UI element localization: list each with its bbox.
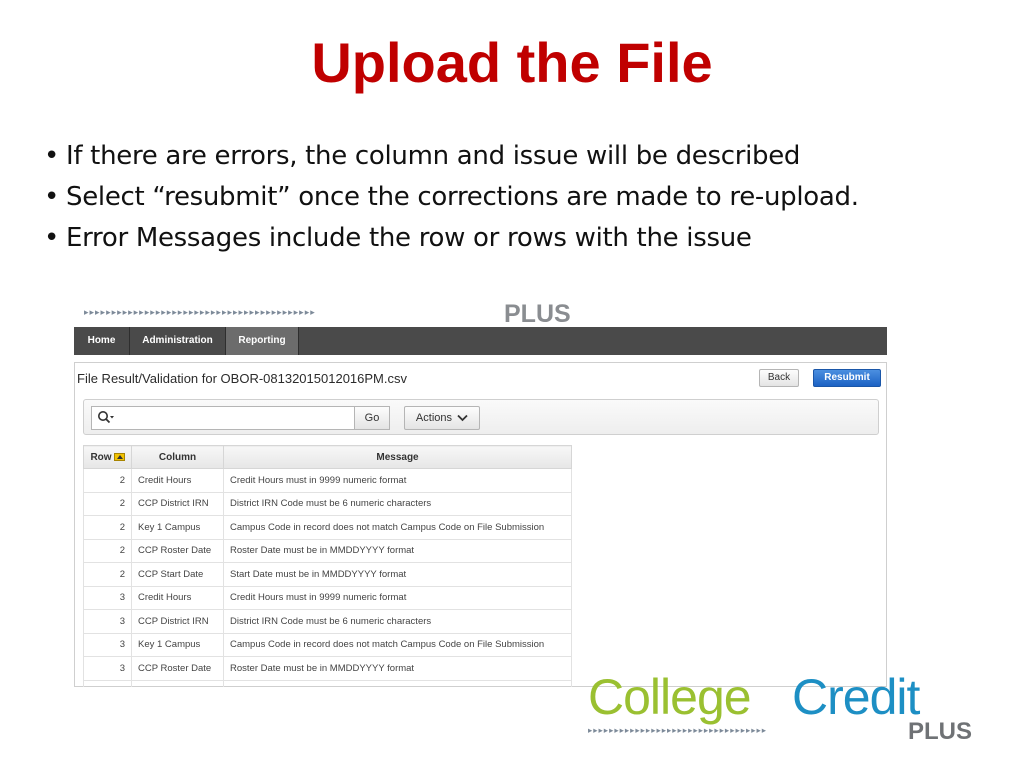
logo-college-text: College <box>588 669 752 725</box>
cell-column: CCP Roster Date <box>131 656 224 681</box>
header-label: Row <box>90 451 112 463</box>
actions-menu-button[interactable]: Actions <box>404 406 480 430</box>
cell-row: 2 <box>83 468 132 493</box>
cell-row: 2 <box>83 491 132 516</box>
app-brand: ▸▸▸▸▸▸▸▸▸▸▸▸▸▸▸▸▸▸▸▸▸▸▸▸▸▸▸▸▸▸▸▸▸▸▸▸▸▸▸▸… <box>84 300 604 328</box>
cell-column: Key 1 Campus <box>131 632 224 657</box>
table-body: 2 Credit Hours Credit Hours must in 9999 n… <box>83 468 572 687</box>
search-input[interactable] <box>118 409 348 427</box>
cell-message: Campus Code in record does not match Cam… <box>223 515 572 540</box>
resubmit-button[interactable]: Resubmit <box>813 369 881 387</box>
cell-column: Credit Hours <box>131 468 224 493</box>
app-screenshot: ▸▸▸▸▸▸▸▸▸▸▸▸▸▸▸▸▸▸▸▸▸▸▸▸▸▸▸▸▸▸▸▸▸▸▸▸▸▸▸▸… <box>74 300 887 687</box>
cell-message: Start Date must be in MMDDYYYY format <box>223 562 572 587</box>
cell-column: CCP District IRN <box>131 491 224 516</box>
table-header-row: Row Column Message <box>83 445 572 469</box>
cell-column <box>131 679 224 687</box>
search-icon[interactable] <box>97 410 115 428</box>
cell-column: CCP District IRN <box>131 609 224 634</box>
back-button[interactable]: Back <box>759 369 799 387</box>
chevron-down-icon <box>457 414 468 422</box>
column-header-message[interactable]: Message <box>223 445 572 469</box>
cell-column: CCP Roster Date <box>131 538 224 563</box>
cell-message: Campus Code in record does not match Cam… <box>223 632 572 657</box>
cell-row: 2 <box>83 515 132 540</box>
bullet-text: Select “resubmit” once the corrections a… <box>66 182 859 212</box>
results-table: Row Column Message 2 Credit Hours Credit H… <box>83 445 572 687</box>
logo-plus-text: PLUS <box>908 718 973 745</box>
cell-row: 3 <box>83 609 132 634</box>
nav-tab-reporting[interactable]: Reporting <box>226 327 299 355</box>
cell-column: Credit Hours <box>131 585 224 610</box>
table-row: 3 Credit Hours Credit Hours must in 9999 n… <box>83 585 572 610</box>
cell-message: District IRN Code must be 6 numeric char… <box>223 491 572 516</box>
column-header-row[interactable]: Row <box>83 445 132 469</box>
sort-ascending-icon[interactable] <box>113 452 125 461</box>
table-row: 3 CCP Roster Date Roster Date must be in M… <box>83 656 572 681</box>
validation-panel: File Result/Validation for OBOR-08132015… <box>74 362 887 687</box>
cell-message: Roster Date must be in MMDDYYYY format <box>223 656 572 681</box>
college-credit-plus-logo: College Credit ▸▸▸▸▸▸▸▸▸▸▸▸▸▸▸▸▸▸▸▸▸▸▸▸▸… <box>586 668 986 758</box>
cell-message: Roster Date must be in MMDDYYYY format <box>223 538 572 563</box>
table-row: 2 CCP Start Date Start Date must be in MMD… <box>83 562 572 587</box>
column-header-column[interactable]: Column <box>131 445 224 469</box>
cell-column: CCP Start Date <box>131 562 224 587</box>
bullet-item: • Error Messages include the row or rows … <box>44 223 752 253</box>
bullet-text: If there are errors, the column and issu… <box>66 141 801 171</box>
table-row: 2 CCP District IRN District IRN Code must … <box>83 491 572 516</box>
table-row: 2 Credit Hours Credit Hours must in 9999 n… <box>83 468 572 493</box>
go-button[interactable]: Go <box>354 406 390 430</box>
cell-row <box>83 679 132 687</box>
table-row <box>83 679 572 687</box>
table-row: 2 CCP Roster Date Roster Date must be in M… <box>83 538 572 563</box>
cell-message: Credit Hours must in 9999 numeric format <box>223 585 572 610</box>
nav-tab-home[interactable]: Home <box>74 327 130 355</box>
bullet-list: • If there are errors, the column and iss… <box>44 136 1004 259</box>
cell-message: District IRN Code must be 6 numeric char… <box>223 609 572 634</box>
cell-row: 2 <box>83 538 132 563</box>
logo-credit-text: Credit <box>792 669 920 725</box>
bullet-item: • If there are errors, the column and iss… <box>44 141 801 171</box>
search-box[interactable] <box>91 406 355 430</box>
cell-column: Key 1 Campus <box>131 515 224 540</box>
actions-label: Actions <box>415 412 452 424</box>
cell-message: Credit Hours must in 9999 numeric format <box>223 468 572 493</box>
panel-title: File Result/Validation for OBOR-08132015… <box>77 371 407 386</box>
bullet-item: • Select “resubmit” once the corrections … <box>44 182 859 212</box>
bullet-text: Error Messages include the row or rows w… <box>66 223 752 253</box>
table-row: 2 Key 1 Campus Campus Code in record does … <box>83 515 572 540</box>
nav-tab-administration[interactable]: Administration <box>130 327 226 355</box>
top-navbar: Home Administration Reporting <box>74 327 887 355</box>
slide-title: Upload the File <box>311 31 713 94</box>
logo-arrows: ▸▸▸▸▸▸▸▸▸▸▸▸▸▸▸▸▸▸▸▸▸▸▸▸▸▸▸▸▸▸▸▸▸▸ <box>588 726 768 736</box>
cell-message <box>223 679 572 687</box>
cell-row: 3 <box>83 585 132 610</box>
brand-arrows: ▸▸▸▸▸▸▸▸▸▸▸▸▸▸▸▸▸▸▸▸▸▸▸▸▸▸▸▸▸▸▸▸▸▸▸▸▸▸▸▸… <box>84 308 316 318</box>
table-row: 3 Key 1 Campus Campus Code in record does … <box>83 632 572 657</box>
cell-row: 3 <box>83 656 132 681</box>
search-icon-glyph <box>98 411 114 424</box>
cell-row: 2 <box>83 562 132 587</box>
table-row: 3 CCP District IRN District IRN Code must … <box>83 609 572 634</box>
brand-plus-label: PLUS <box>504 300 571 328</box>
cell-row: 3 <box>83 632 132 657</box>
search-toolbar: Go Actions <box>83 399 879 435</box>
